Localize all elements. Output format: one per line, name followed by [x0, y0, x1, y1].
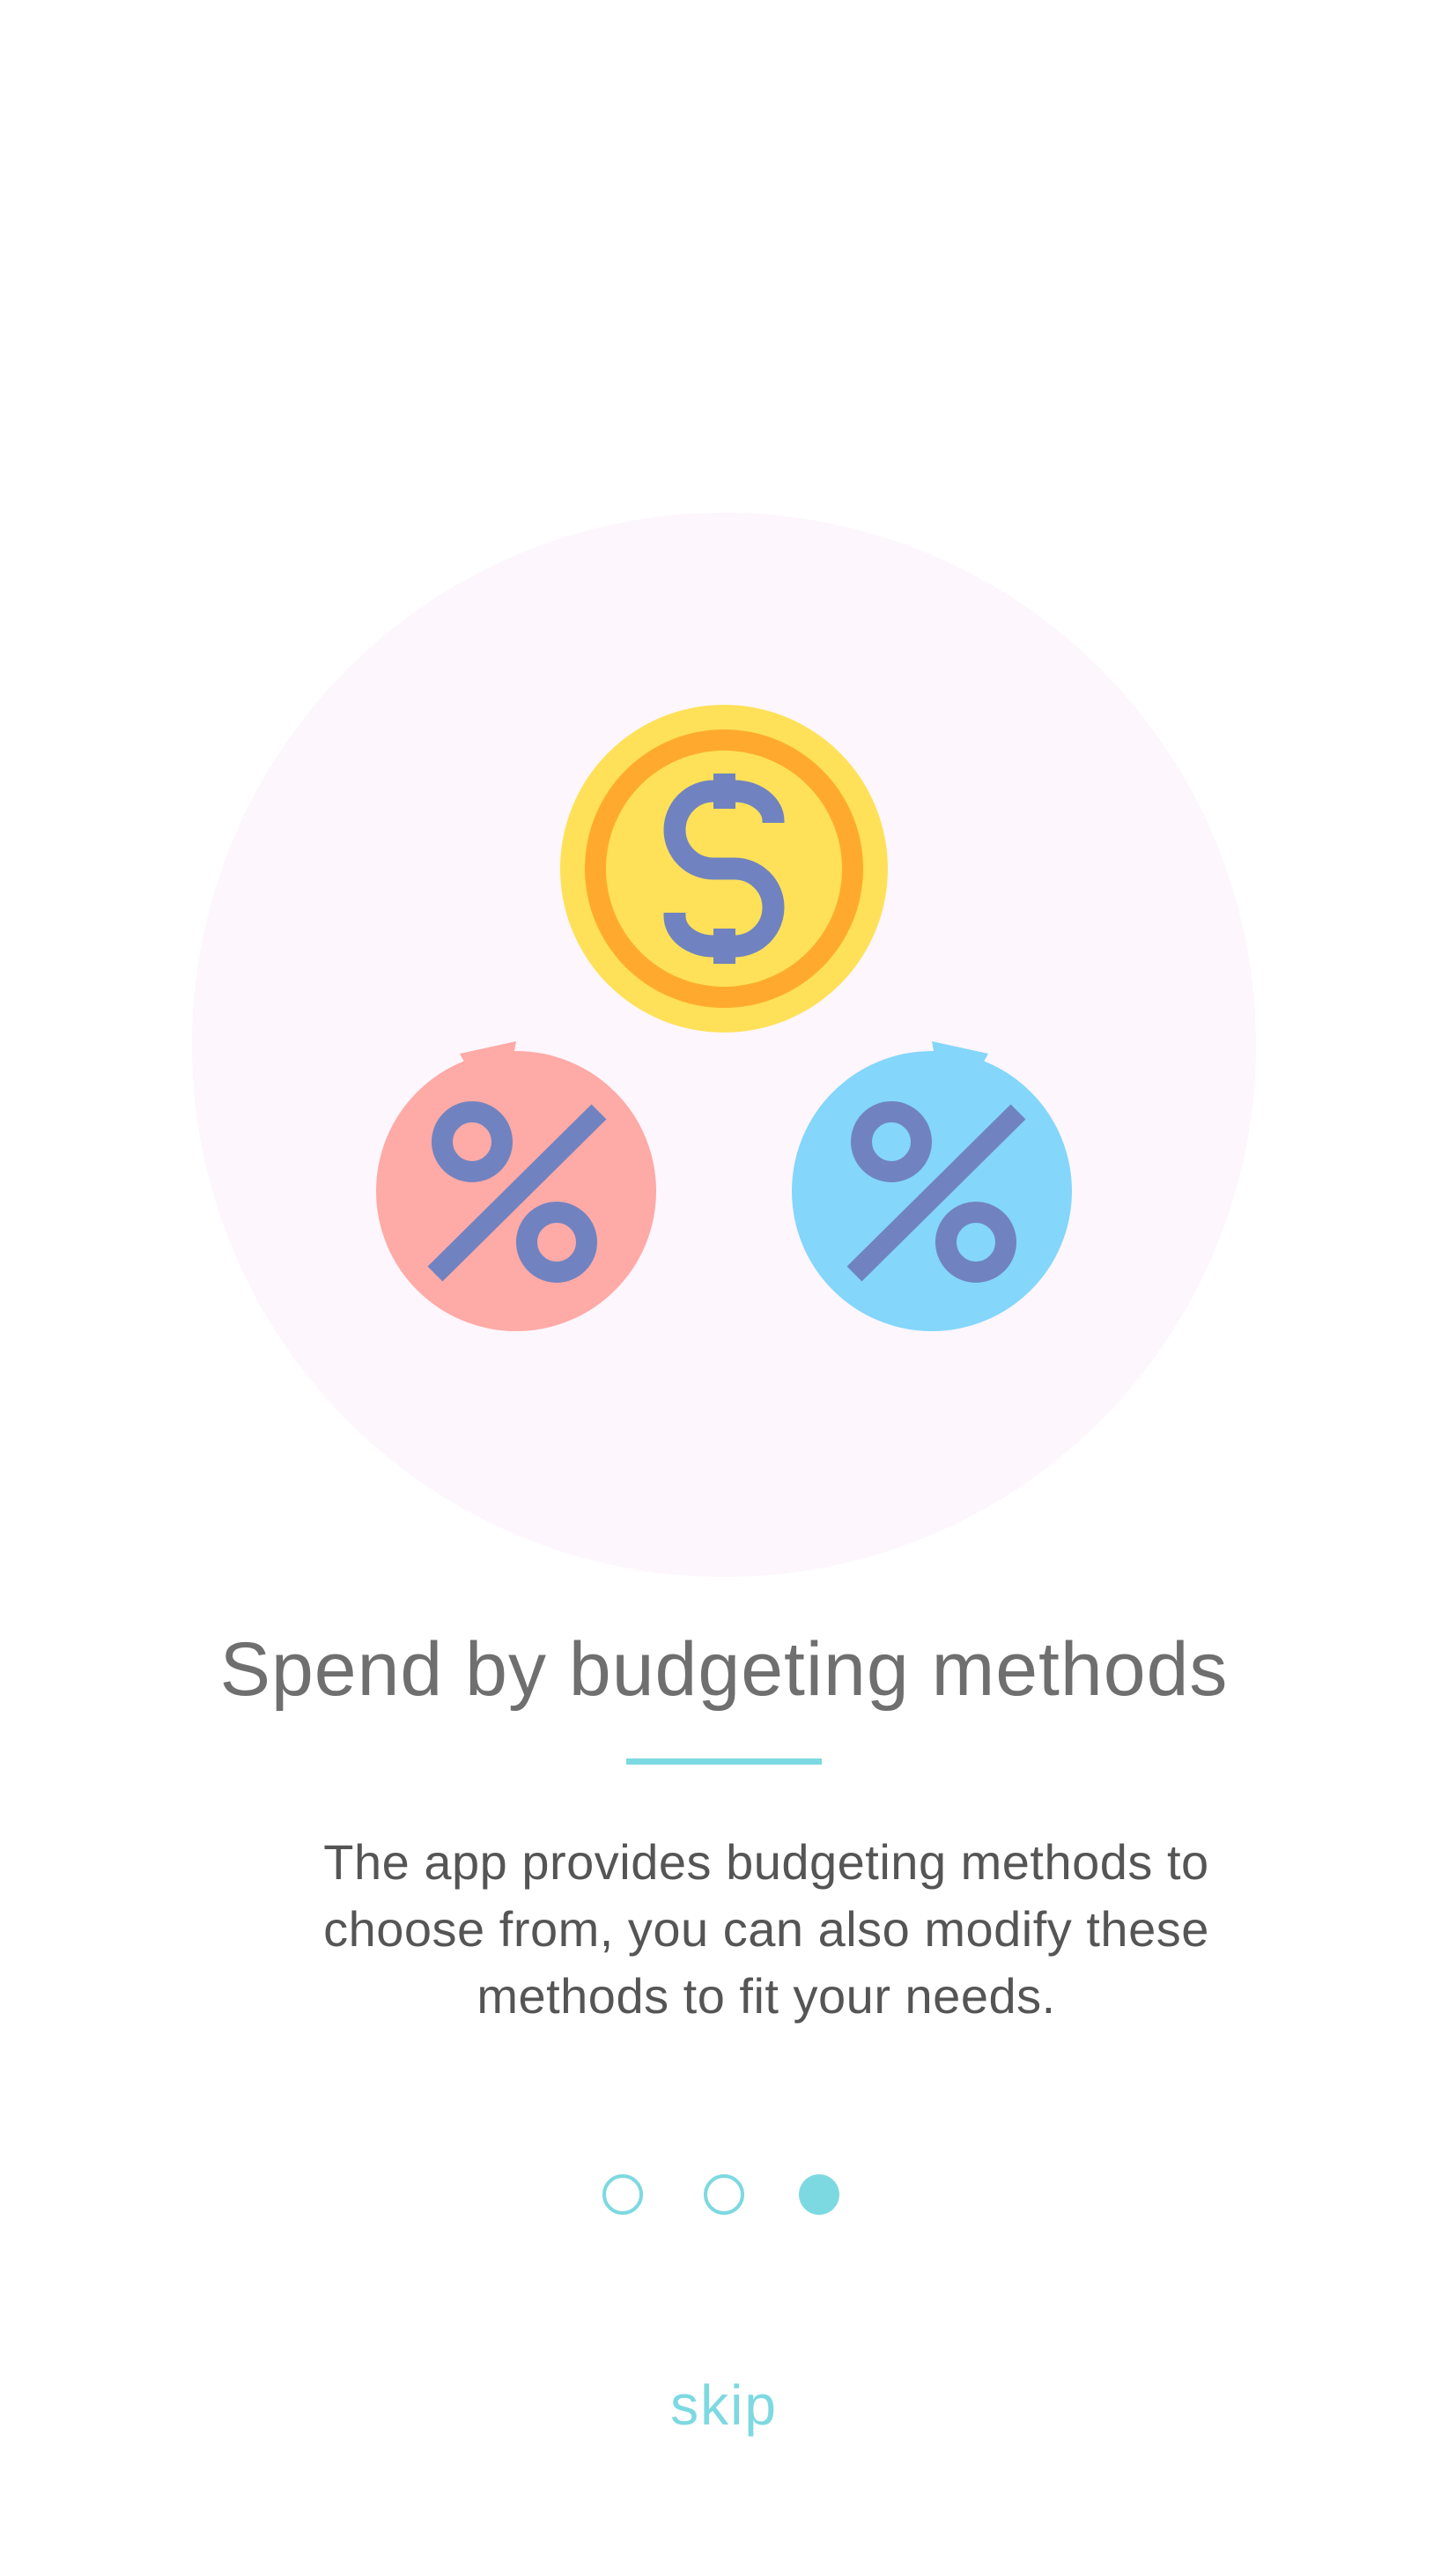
- skip-button[interactable]: skip: [0, 2370, 1448, 2440]
- percent-bubble-right-icon: [792, 1041, 1072, 1331]
- dollar-sign-icon: [663, 774, 785, 964]
- page-indicator-3[interactable]: [799, 2174, 839, 2215]
- onboarding-title: Spend by budgeting methods: [219, 1627, 1229, 1712]
- dollar-coin-icon: [560, 705, 888, 1033]
- budget-illustration: [376, 705, 1072, 1331]
- title-divider: [626, 1758, 822, 1765]
- onboarding-description: The app provides budgeting methods to ch…: [323, 1834, 1209, 2024]
- pagination-dots: [0, 2174, 1448, 2224]
- page-indicator-1[interactable]: [602, 2174, 643, 2215]
- percent-bubble-left-icon: [376, 1041, 656, 1331]
- page-indicator-2[interactable]: [704, 2174, 744, 2215]
